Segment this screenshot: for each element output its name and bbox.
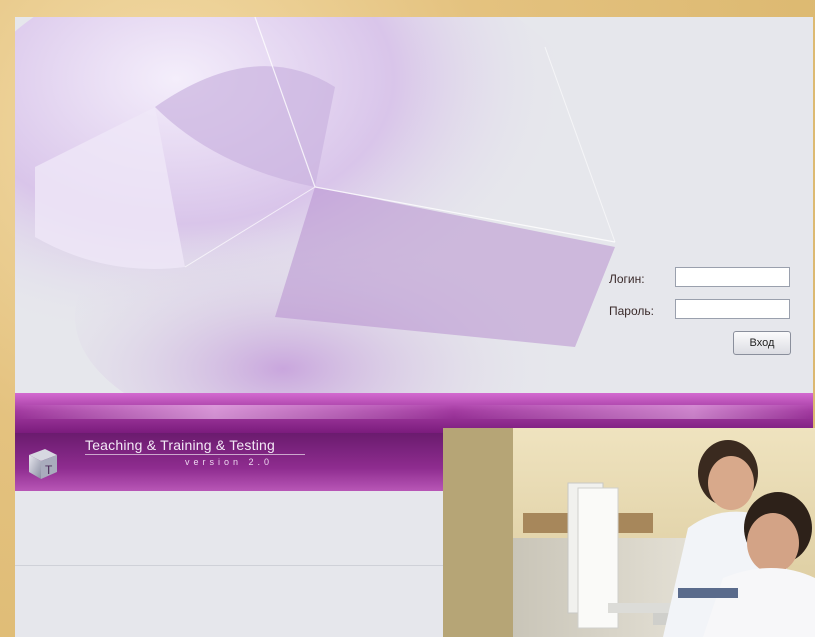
login-row: Логин: xyxy=(605,267,805,291)
submit-button[interactable]: Вход xyxy=(733,331,791,355)
students-at-computers-photo xyxy=(443,428,815,637)
brand-version: version 2.0 xyxy=(185,457,274,467)
login-form: Логин: Пароль: Вход xyxy=(605,267,805,367)
login-input[interactable] xyxy=(675,267,790,287)
password-label: Пароль: xyxy=(609,304,654,318)
band-highlight xyxy=(15,405,813,419)
hero-background: Логин: Пароль: Вход xyxy=(15,17,813,393)
cube-logo-icon: T xyxy=(29,449,57,479)
password-input[interactable] xyxy=(675,299,790,319)
login-label: Логин: xyxy=(609,272,645,286)
brand-divider xyxy=(85,454,305,455)
logo-letter: T xyxy=(45,463,53,477)
password-row: Пароль: xyxy=(605,299,805,323)
brand-title: Teaching & Training & Testing xyxy=(85,437,275,453)
